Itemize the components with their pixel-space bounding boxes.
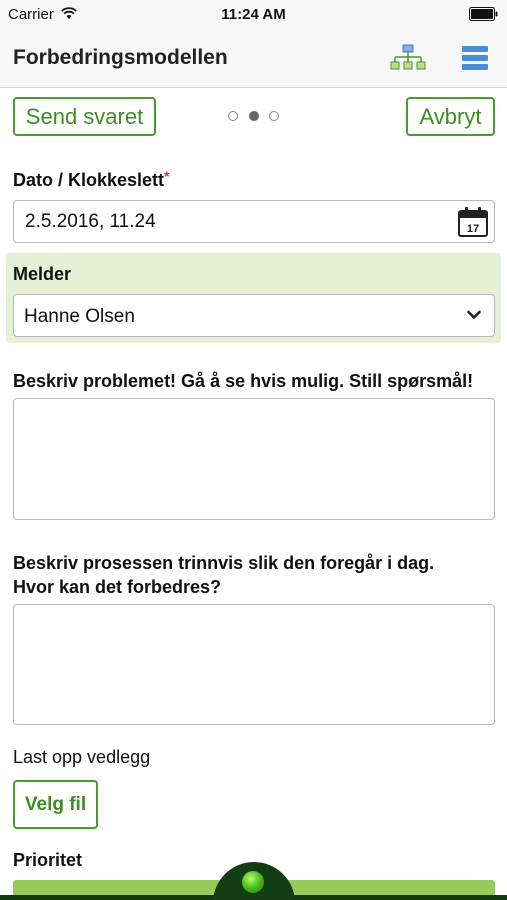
process-textarea[interactable] [13, 604, 495, 725]
cancel-button[interactable]: Avbryt [406, 97, 495, 136]
date-time-label-text: Dato / Klokkeslett [13, 170, 165, 190]
reporter-value: Hanne Olsen [24, 306, 135, 327]
page-dot-3[interactable] [269, 111, 279, 121]
status-light-icon [242, 871, 264, 893]
status-bar: Carrier 11:24 AM [0, 0, 507, 28]
attachment-label: Last opp vedlegg [13, 747, 151, 767]
reporter-select[interactable]: Hanne Olsen [13, 294, 495, 337]
page-indicator[interactable] [228, 111, 280, 123]
date-time-value: 2.5.2016, 11.24 [25, 211, 156, 232]
page-dot-2[interactable] [249, 111, 259, 121]
page-title: Forbedringsmodellen [13, 46, 228, 69]
battery-icon [469, 7, 498, 21]
org-chart-icon[interactable] [390, 44, 426, 72]
date-time-label: Dato / Klokkeslett* [13, 168, 170, 191]
list-menu-icon[interactable] [461, 45, 489, 71]
page-dot-1[interactable] [228, 111, 238, 121]
navigation-bar: Forbedringsmodellen [0, 28, 507, 88]
chevron-down-icon [467, 310, 481, 319]
priority-label: Prioritet [13, 850, 83, 870]
calendar-day: 17 [467, 223, 479, 235]
date-time-field[interactable]: 2.5.2016, 11.24 17 [13, 200, 495, 243]
calendar-icon[interactable]: 17 [457, 206, 489, 238]
status-time: 11:24 AM [221, 6, 286, 23]
process-label-line2: Hvor kan det forbedres? [13, 577, 222, 597]
process-label-line1: Beskriv prosessen trinnvis slik den fore… [13, 553, 435, 573]
reporter-label: Melder [13, 264, 72, 284]
choose-file-button[interactable]: Velg fil [13, 780, 98, 829]
send-answer-button[interactable]: Send svaret [13, 97, 156, 136]
required-mark: * [164, 168, 170, 184]
problem-label: Beskriv problemet! Gå å se hvis mulig. S… [13, 371, 474, 391]
problem-textarea[interactable] [13, 398, 495, 520]
